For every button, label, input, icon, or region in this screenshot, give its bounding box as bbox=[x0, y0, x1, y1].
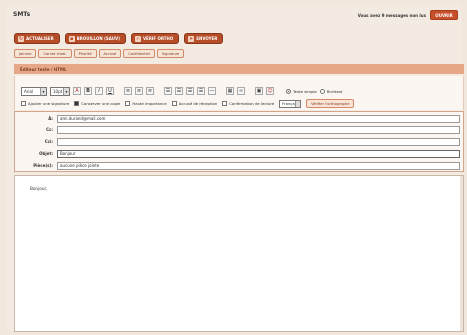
action-toolbar: ↻ ACTUALISER ▪ BROUILLON (SAUV) ✓ VÉRIF … bbox=[14, 33, 224, 44]
font-family-select[interactable]: Arial ▾ bbox=[21, 86, 47, 96]
cc-label: Cc: bbox=[46, 127, 53, 132]
keep-copy-label: Conserver une copie bbox=[81, 101, 121, 106]
tab-receipt[interactable]: Accusé bbox=[98, 49, 122, 58]
send-icon: ➤ bbox=[188, 35, 195, 42]
bcc-label: Cci: bbox=[44, 139, 53, 144]
keep-copy-checkbox[interactable]: Conserver une copie bbox=[74, 101, 120, 106]
checkbox-box bbox=[125, 101, 131, 106]
app-title: SMTs bbox=[13, 11, 31, 18]
text-mode-label: Texte simple bbox=[293, 88, 317, 94]
save-draft-button[interactable]: ▪ BROUILLON (SAUV) bbox=[64, 33, 126, 44]
read-confirm-checkbox[interactable]: Confirmation de lecture bbox=[222, 101, 274, 106]
body-scrollbar[interactable] bbox=[460, 176, 463, 331]
outdent-icon[interactable]: ☰ bbox=[186, 87, 194, 95]
chevron-down-icon bbox=[295, 100, 301, 107]
indent-icon[interactable]: ☰ bbox=[197, 87, 205, 95]
message-body-text: Bonjour, bbox=[30, 186, 48, 191]
smiley-icon[interactable]: ☺ bbox=[266, 87, 274, 95]
chevron-down-icon: ▾ bbox=[40, 87, 46, 95]
text-color-icon[interactable]: A bbox=[73, 87, 81, 95]
font-size-select[interactable]: 10pt ▾ bbox=[50, 86, 70, 96]
radio-dot bbox=[319, 88, 325, 94]
html-mode-label: Richtext bbox=[326, 88, 343, 94]
tab-confidential[interactable]: Confidentiel bbox=[123, 49, 155, 58]
underline-icon[interactable]: U bbox=[106, 87, 114, 95]
language-select[interactable]: Français bbox=[279, 99, 302, 108]
read-confirm-label: Confirmation de lecture bbox=[229, 101, 275, 106]
format-toolbar: Arial ▾ 10pt ▾ A B I U ≡ ≡ ≡ ☰ ☰ ☰ ☰ — ▦… bbox=[14, 76, 464, 110]
send-button[interactable]: ➤ ENVOYER bbox=[184, 33, 224, 44]
refresh-label: ACTUALISER bbox=[26, 36, 54, 41]
signature-checkbox[interactable]: Ajouter une signature bbox=[21, 101, 69, 106]
align-left-icon[interactable]: ≡ bbox=[124, 87, 132, 95]
refresh-button[interactable]: ↻ ACTUALISER bbox=[14, 33, 60, 44]
refresh-icon: ↻ bbox=[18, 35, 24, 42]
checkbox-box bbox=[74, 101, 80, 106]
cc-field[interactable] bbox=[57, 125, 460, 134]
checkbox-box bbox=[222, 101, 228, 106]
subject-field[interactable]: Bonjour bbox=[57, 149, 460, 158]
bold-icon[interactable]: B bbox=[84, 87, 92, 95]
ordered-list-icon[interactable]: ☰ bbox=[164, 87, 172, 95]
spellcheck-button[interactable]: ✓ VÉRIF ORTHO bbox=[130, 33, 180, 44]
subject-label: Objet: bbox=[39, 151, 53, 156]
spellcheck-icon: ✓ bbox=[134, 35, 141, 42]
save-icon: ▪ bbox=[68, 35, 75, 42]
language-spellcheck-button[interactable]: Vérifier l'orthographe bbox=[306, 99, 355, 108]
header-fields: À: ami.durand@mail.com Cc: Cci: Objet: B… bbox=[14, 111, 464, 172]
option-tabs: Joindre Carnet d'adr. Priorité Accusé Co… bbox=[14, 49, 185, 58]
chevron-down-icon: ▾ bbox=[63, 87, 69, 95]
radio-dot bbox=[286, 88, 291, 94]
font-size-value: 10pt bbox=[53, 88, 63, 94]
image-icon[interactable]: ▣ bbox=[255, 87, 263, 95]
attachment-row: Pièce(s): aucune pièce jointe bbox=[15, 160, 463, 171]
tab-priority[interactable]: Priorité bbox=[73, 49, 97, 58]
tab-signature[interactable]: Signature bbox=[156, 49, 185, 58]
send-label: ENVOYER bbox=[196, 36, 218, 41]
high-priority-label: Haute importance bbox=[132, 101, 167, 106]
align-right-icon[interactable]: ≡ bbox=[146, 87, 154, 95]
format-row: Arial ▾ 10pt ▾ A B I U ≡ ≡ ≡ ☰ ☰ ☰ ☰ — ▦… bbox=[21, 85, 459, 97]
to-label: À: bbox=[48, 116, 53, 121]
tab-attach[interactable]: Joindre bbox=[14, 49, 37, 58]
spellcheck-label: VÉRIF ORTHO bbox=[142, 36, 174, 41]
html-mode-radio[interactable]: Richtext bbox=[319, 88, 343, 94]
save-draft-label: BROUILLON (SAUV) bbox=[76, 36, 120, 41]
tab-address-book[interactable]: Carnet d'adr. bbox=[38, 49, 72, 58]
open-inbox-button[interactable]: OUVRIR bbox=[430, 10, 458, 20]
checkbox-box bbox=[171, 101, 177, 106]
editor-header: Éditeur texte / HTML bbox=[14, 64, 464, 74]
unread-notice: Vous avez 9 messages non lus bbox=[357, 13, 426, 18]
options-row: Ajouter une signature Conserver une copi… bbox=[21, 99, 459, 108]
receipt-checkbox[interactable]: Accusé de réception bbox=[171, 101, 218, 106]
horizontal-rule-icon[interactable]: — bbox=[208, 87, 216, 95]
attachment-field[interactable]: aucune pièce jointe bbox=[57, 161, 460, 170]
high-priority-checkbox[interactable]: Haute importance bbox=[125, 101, 167, 106]
subject-row: Objet: Bonjour bbox=[15, 148, 463, 159]
font-family-value: Arial bbox=[24, 88, 34, 94]
text-mode-radio[interactable]: Texte simple bbox=[286, 88, 317, 94]
mail-compose-window: SMTs Vous avez 9 messages non lus OUVRIR… bbox=[7, 4, 464, 332]
cc-row: Cc: bbox=[15, 124, 463, 135]
to-field[interactable]: ami.durand@mail.com bbox=[57, 114, 460, 123]
receipt-label: Accusé de réception bbox=[178, 101, 218, 106]
bcc-row: Cci: bbox=[15, 136, 463, 147]
link-icon[interactable]: ∞ bbox=[237, 87, 245, 95]
message-body[interactable]: Bonjour, bbox=[14, 175, 464, 332]
checkbox-box bbox=[21, 101, 26, 106]
attachment-label: Pièce(s): bbox=[33, 163, 53, 168]
to-row: À: ami.durand@mail.com bbox=[15, 113, 463, 124]
table-icon[interactable]: ▦ bbox=[226, 87, 234, 95]
bcc-field[interactable] bbox=[57, 137, 460, 146]
unordered-list-icon[interactable]: ☰ bbox=[175, 87, 183, 95]
italic-icon[interactable]: I bbox=[95, 87, 103, 95]
align-center-icon[interactable]: ≡ bbox=[135, 87, 143, 95]
top-bar: SMTs Vous avez 9 messages non lus OUVRIR bbox=[13, 10, 458, 24]
signature-label: Ajouter une signature bbox=[28, 101, 70, 106]
